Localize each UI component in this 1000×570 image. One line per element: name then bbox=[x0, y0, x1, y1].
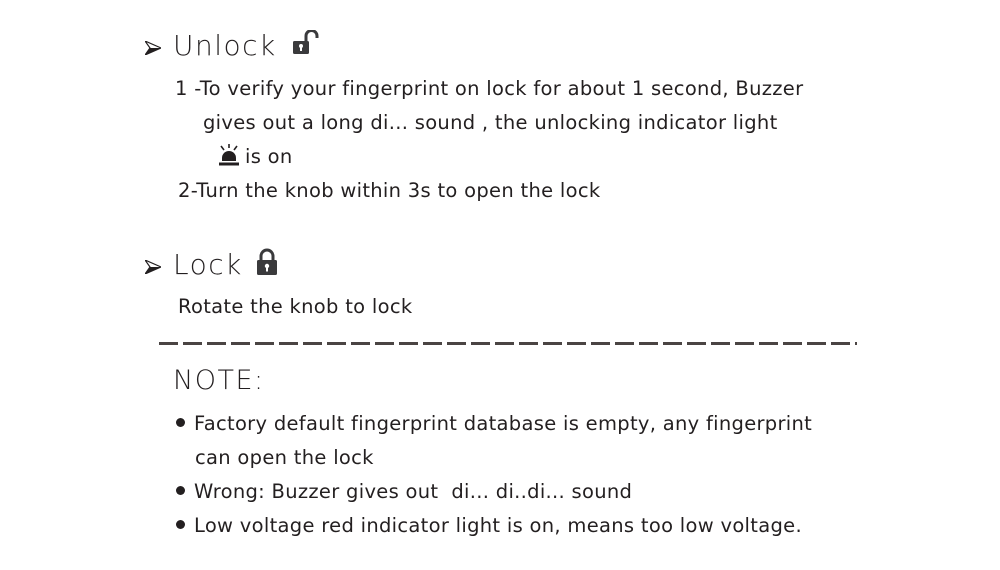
step-text: Turn the knob within 3s to open the lock bbox=[196, 179, 601, 202]
note-text: Wrong: Buzzer gives out di... di..di... … bbox=[194, 480, 633, 503]
bullet-icon bbox=[176, 418, 185, 427]
arrowhead-bullet-icon bbox=[145, 260, 161, 274]
note-item-3: Low voltage red indicator light is on, m… bbox=[176, 514, 802, 537]
dashed-divider bbox=[159, 342, 857, 345]
arrowhead-bullet-icon bbox=[145, 41, 161, 55]
lock-instruction: Rotate the knob to lock bbox=[178, 295, 413, 318]
unlock-title: Unlock bbox=[173, 29, 277, 62]
note-heading: NOTE: bbox=[173, 365, 265, 396]
unlocked-padlock-icon bbox=[293, 30, 319, 54]
step-number: 2- bbox=[178, 179, 197, 202]
step-text: is on bbox=[245, 145, 293, 168]
unlock-step-1: 1 -To verify your fingerprint on lock fo… bbox=[175, 77, 803, 100]
note-item-2: Wrong: Buzzer gives out di... di..di... … bbox=[176, 480, 632, 503]
unlock-step-1-line-2: gives out a long di... sound , the unloc… bbox=[203, 111, 778, 134]
note-text: Low voltage red indicator light is on, m… bbox=[194, 514, 802, 537]
locked-padlock-icon bbox=[257, 248, 278, 275]
unlock-step-1-line-3: is on bbox=[218, 143, 293, 169]
note-text: Factory default fingerprint database is … bbox=[194, 412, 813, 435]
step-text: To verify your fingerprint on lock for a… bbox=[199, 77, 804, 100]
note-item-1: Factory default fingerprint database is … bbox=[176, 412, 812, 435]
step-number: 1 - bbox=[175, 77, 200, 100]
bullet-icon bbox=[176, 486, 185, 495]
unlock-heading: Unlock bbox=[173, 29, 319, 62]
note-item-1-line-2: can open the lock bbox=[195, 446, 374, 469]
indicator-light-icon bbox=[219, 143, 239, 165]
lock-heading: Lock bbox=[173, 248, 278, 281]
bullet-icon bbox=[176, 520, 185, 529]
unlock-step-2: 2-Turn the knob within 3s to open the lo… bbox=[178, 179, 600, 202]
lock-title: Lock bbox=[173, 248, 243, 281]
